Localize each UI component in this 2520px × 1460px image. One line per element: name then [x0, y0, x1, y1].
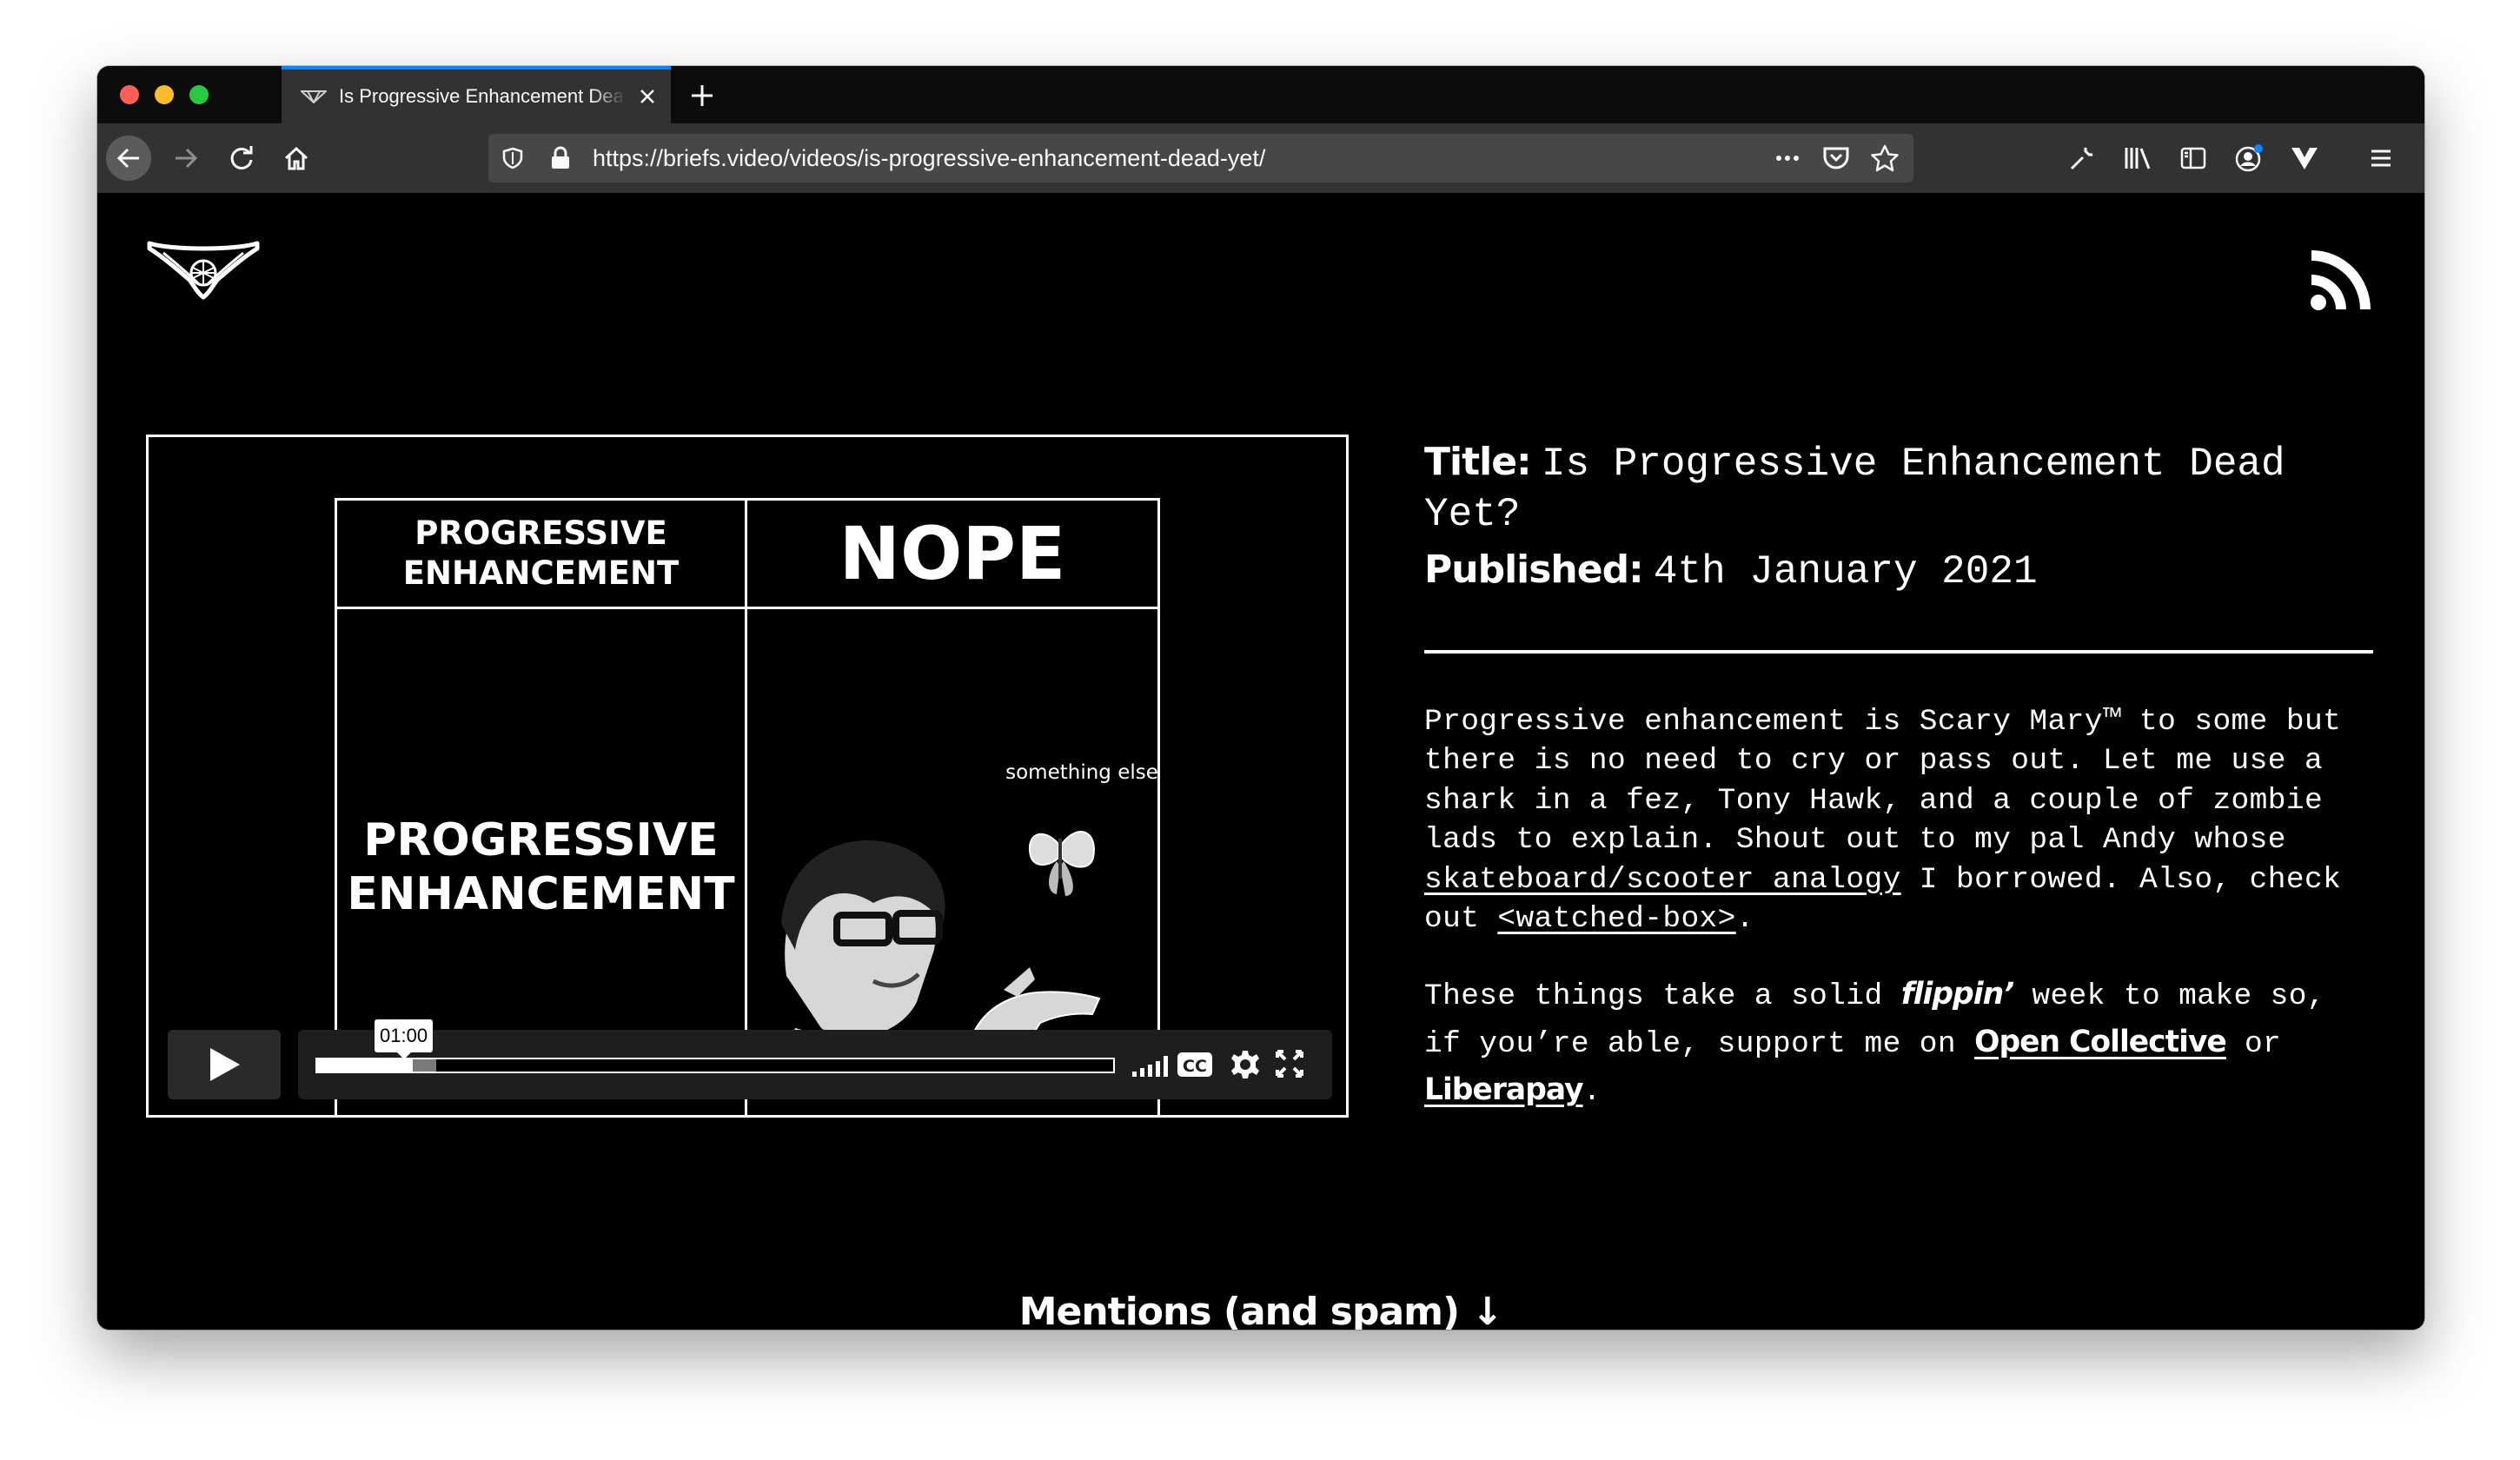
- briefs-logo-icon: [147, 241, 260, 300]
- support-paragraph: These things take a solid flippin’ week …: [1424, 972, 2373, 1115]
- forward-button[interactable]: [163, 136, 209, 181]
- tab-title: Is Progressive Enhancement Dead Yet? – F…: [339, 85, 626, 107]
- zoom-window-button[interactable]: [189, 85, 209, 104]
- video-info: Title: Is Progressive Enhancement Dead Y…: [1424, 438, 2373, 1115]
- skateboard-analogy-link[interactable]: skateboard/scooter analogy: [1424, 863, 1901, 897]
- play-button[interactable]: [168, 1030, 281, 1099]
- url-text: https://briefs.video/videos/is-progressi…: [593, 145, 1266, 171]
- description-paragraph: Progressive enhancement is Scary Mary™ t…: [1424, 702, 2373, 939]
- page-actions-more-icon[interactable]: [1773, 144, 1802, 176]
- home-icon: [284, 146, 308, 170]
- support-text: These things take a solid: [1424, 979, 1901, 1014]
- back-button[interactable]: [106, 136, 151, 181]
- svg-text:CC: CC: [1183, 1057, 1207, 1076]
- menu-hamburger-icon[interactable]: [2360, 137, 2402, 179]
- developer-tools-wrench-icon[interactable]: [2061, 137, 2103, 179]
- lock-icon[interactable]: [549, 146, 572, 175]
- back-arrow-icon: [116, 148, 139, 169]
- navigation-toolbar: https://briefs.video/videos/is-progressi…: [97, 123, 2424, 193]
- time-tooltip: 01:00: [375, 1019, 434, 1059]
- fullscreen-icon[interactable]: [1275, 1049, 1304, 1083]
- new-tab-button[interactable]: [685, 78, 720, 113]
- extension-v-icon[interactable]: [2284, 137, 2325, 179]
- tracking-protection-shield-icon[interactable]: [501, 146, 525, 175]
- support-text: .: [1582, 1075, 1602, 1110]
- page-content: PROGRESSIVE ENHANCEMENT NOPE PROGRESSIVE…: [97, 193, 2424, 1330]
- title-label: Title:: [1424, 440, 1532, 484]
- watched-box-link[interactable]: <watched-box>: [1497, 902, 1735, 936]
- played-progress: [317, 1059, 413, 1072]
- video-player[interactable]: PROGRESSIVE ENHANCEMENT NOPE PROGRESSIVE…: [146, 435, 1349, 1118]
- description-text: .: [1735, 902, 1754, 937]
- reload-icon: [230, 146, 253, 169]
- video-progress-bar[interactable]: [315, 1058, 1115, 1073]
- published-label: Published:: [1424, 548, 1644, 592]
- video-controls: CC 01:00: [149, 437, 1346, 1115]
- home-button[interactable]: [274, 136, 319, 181]
- close-tab-icon[interactable]: [634, 83, 660, 110]
- support-text: or: [2225, 1027, 2282, 1062]
- pocket-icon[interactable]: [1821, 144, 1851, 176]
- site-logo[interactable]: [146, 238, 261, 305]
- play-icon: [210, 1048, 240, 1081]
- liberapay-link[interactable]: Liberapay: [1424, 1072, 1584, 1107]
- forward-arrow-icon: [176, 148, 198, 169]
- rss-feed-icon[interactable]: [2310, 249, 2372, 315]
- open-collective-link[interactable]: Open Collective: [1974, 1025, 2227, 1059]
- video-title: Is Progressive Enhancement Dead Yet?: [1424, 441, 2285, 537]
- site-favicon-icon: [301, 88, 327, 105]
- minimize-window-button[interactable]: [155, 85, 174, 104]
- account-icon[interactable]: [2228, 137, 2270, 179]
- divider: [1424, 650, 2373, 654]
- sidebar-icon[interactable]: [2172, 137, 2214, 179]
- address-bar[interactable]: https://briefs.video/videos/is-progressi…: [488, 134, 1913, 182]
- tab-strip: Is Progressive Enhancement Dead Yet? – F…: [97, 66, 2424, 123]
- browser-window: Is Progressive Enhancement Dead Yet? – F…: [97, 66, 2424, 1330]
- published-line: Published: 4th January 2021: [1424, 546, 2373, 596]
- video-control-bar: CC: [298, 1030, 1332, 1099]
- library-icon[interactable]: [2117, 137, 2159, 179]
- closed-captions-icon[interactable]: CC: [1176, 1049, 1214, 1085]
- description-text: Progressive enhancement is Scary Mary™ t…: [1424, 705, 2342, 858]
- bookmark-star-icon[interactable]: [1870, 144, 1900, 176]
- title-line: Title: Is Progressive Enhancement Dead Y…: [1424, 438, 2373, 539]
- settings-gear-icon[interactable]: [1230, 1049, 1261, 1085]
- browser-tab[interactable]: Is Progressive Enhancement Dead Yet? – F…: [282, 66, 671, 123]
- volume-icon[interactable]: [1131, 1049, 1170, 1085]
- close-window-button[interactable]: [120, 85, 139, 104]
- emphasis-text: flippin’: [1900, 977, 2015, 1012]
- published-date: 4th January 2021: [1653, 549, 2038, 594]
- reload-button[interactable]: [219, 136, 264, 181]
- mentions-link[interactable]: Mentions (and spam) ↓: [97, 1290, 2424, 1330]
